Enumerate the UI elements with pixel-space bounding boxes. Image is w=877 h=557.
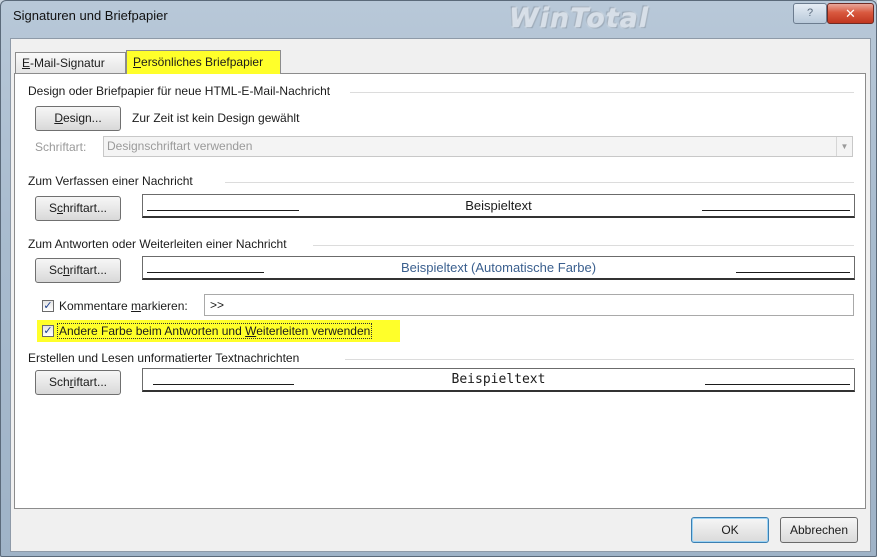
tab-email-signature[interactable]: E-Mail-Signatur <box>15 52 126 74</box>
section-divider <box>345 359 854 360</box>
plaintext-font-button[interactable]: Schriftart... <box>35 370 121 395</box>
font-select-value: Designschriftart verwenden <box>107 139 253 153</box>
help-button[interactable]: ? <box>793 3 827 24</box>
preview-line-right <box>702 210 850 211</box>
other-color-label[interactable]: Andere Farbe beim Antworten und Weiterle… <box>57 323 373 339</box>
design-button[interactable]: Design... <box>35 106 121 131</box>
design-status-text: Zur Zeit ist kein Design gewählt <box>132 111 300 125</box>
mark-comments-checkbox[interactable]: ✓ <box>42 300 54 312</box>
font-select[interactable]: Designschriftart verwenden ▼ <box>103 136 853 157</box>
font-label: Schriftart: <box>35 140 87 154</box>
section-heading-plaintext: Erstellen und Lesen unformatierter Textn… <box>28 351 300 365</box>
dialog-client-area: E-Mail-Signatur Persönliches Briefpapier… <box>10 38 871 552</box>
section-heading-design: Design oder Briefpapier für neue HTML-E-… <box>28 84 331 98</box>
preview-line-right <box>705 384 850 385</box>
preview-line-right <box>736 272 850 273</box>
chevron-down-icon: ▼ <box>836 137 852 156</box>
section-divider <box>313 245 854 246</box>
other-color-checkbox[interactable]: ✓ <box>42 325 54 337</box>
wintotal-logo: WinTotal <box>509 3 650 34</box>
dialog-window: Signaturen und Briefpapier WinTotal ? ✕ … <box>0 0 877 557</box>
ok-button[interactable]: OK <box>691 517 769 543</box>
plaintext-preview: Beispieltext <box>142 368 855 392</box>
section-heading-reply: Zum Antworten oder Weiterleiten einer Na… <box>28 237 287 251</box>
cancel-button[interactable]: Abbrechen <box>780 517 858 543</box>
reply-font-button[interactable]: Schriftart... <box>35 258 121 283</box>
reply-preview: Beispieltext (Automatische Farbe) <box>142 256 855 280</box>
window-title: Signaturen und Briefpapier <box>13 8 168 23</box>
section-heading-compose: Zum Verfassen einer Nachricht <box>28 174 193 188</box>
title-bar[interactable]: Signaturen und Briefpapier WinTotal ? ✕ <box>1 1 876 35</box>
mark-comments-label: Kommentare markieren: <box>59 299 188 313</box>
section-divider <box>350 92 854 93</box>
compose-font-button[interactable]: Schriftart... <box>35 196 121 221</box>
tab-personal-stationery[interactable]: Persönliches Briefpapier <box>126 50 281 74</box>
section-divider <box>225 182 854 183</box>
tab-panel-stationery: Design oder Briefpapier für neue HTML-E-… <box>14 73 866 509</box>
comment-marker-input[interactable]: >> <box>204 294 854 316</box>
compose-preview: Beispieltext <box>142 194 855 218</box>
close-button[interactable]: ✕ <box>827 3 874 24</box>
